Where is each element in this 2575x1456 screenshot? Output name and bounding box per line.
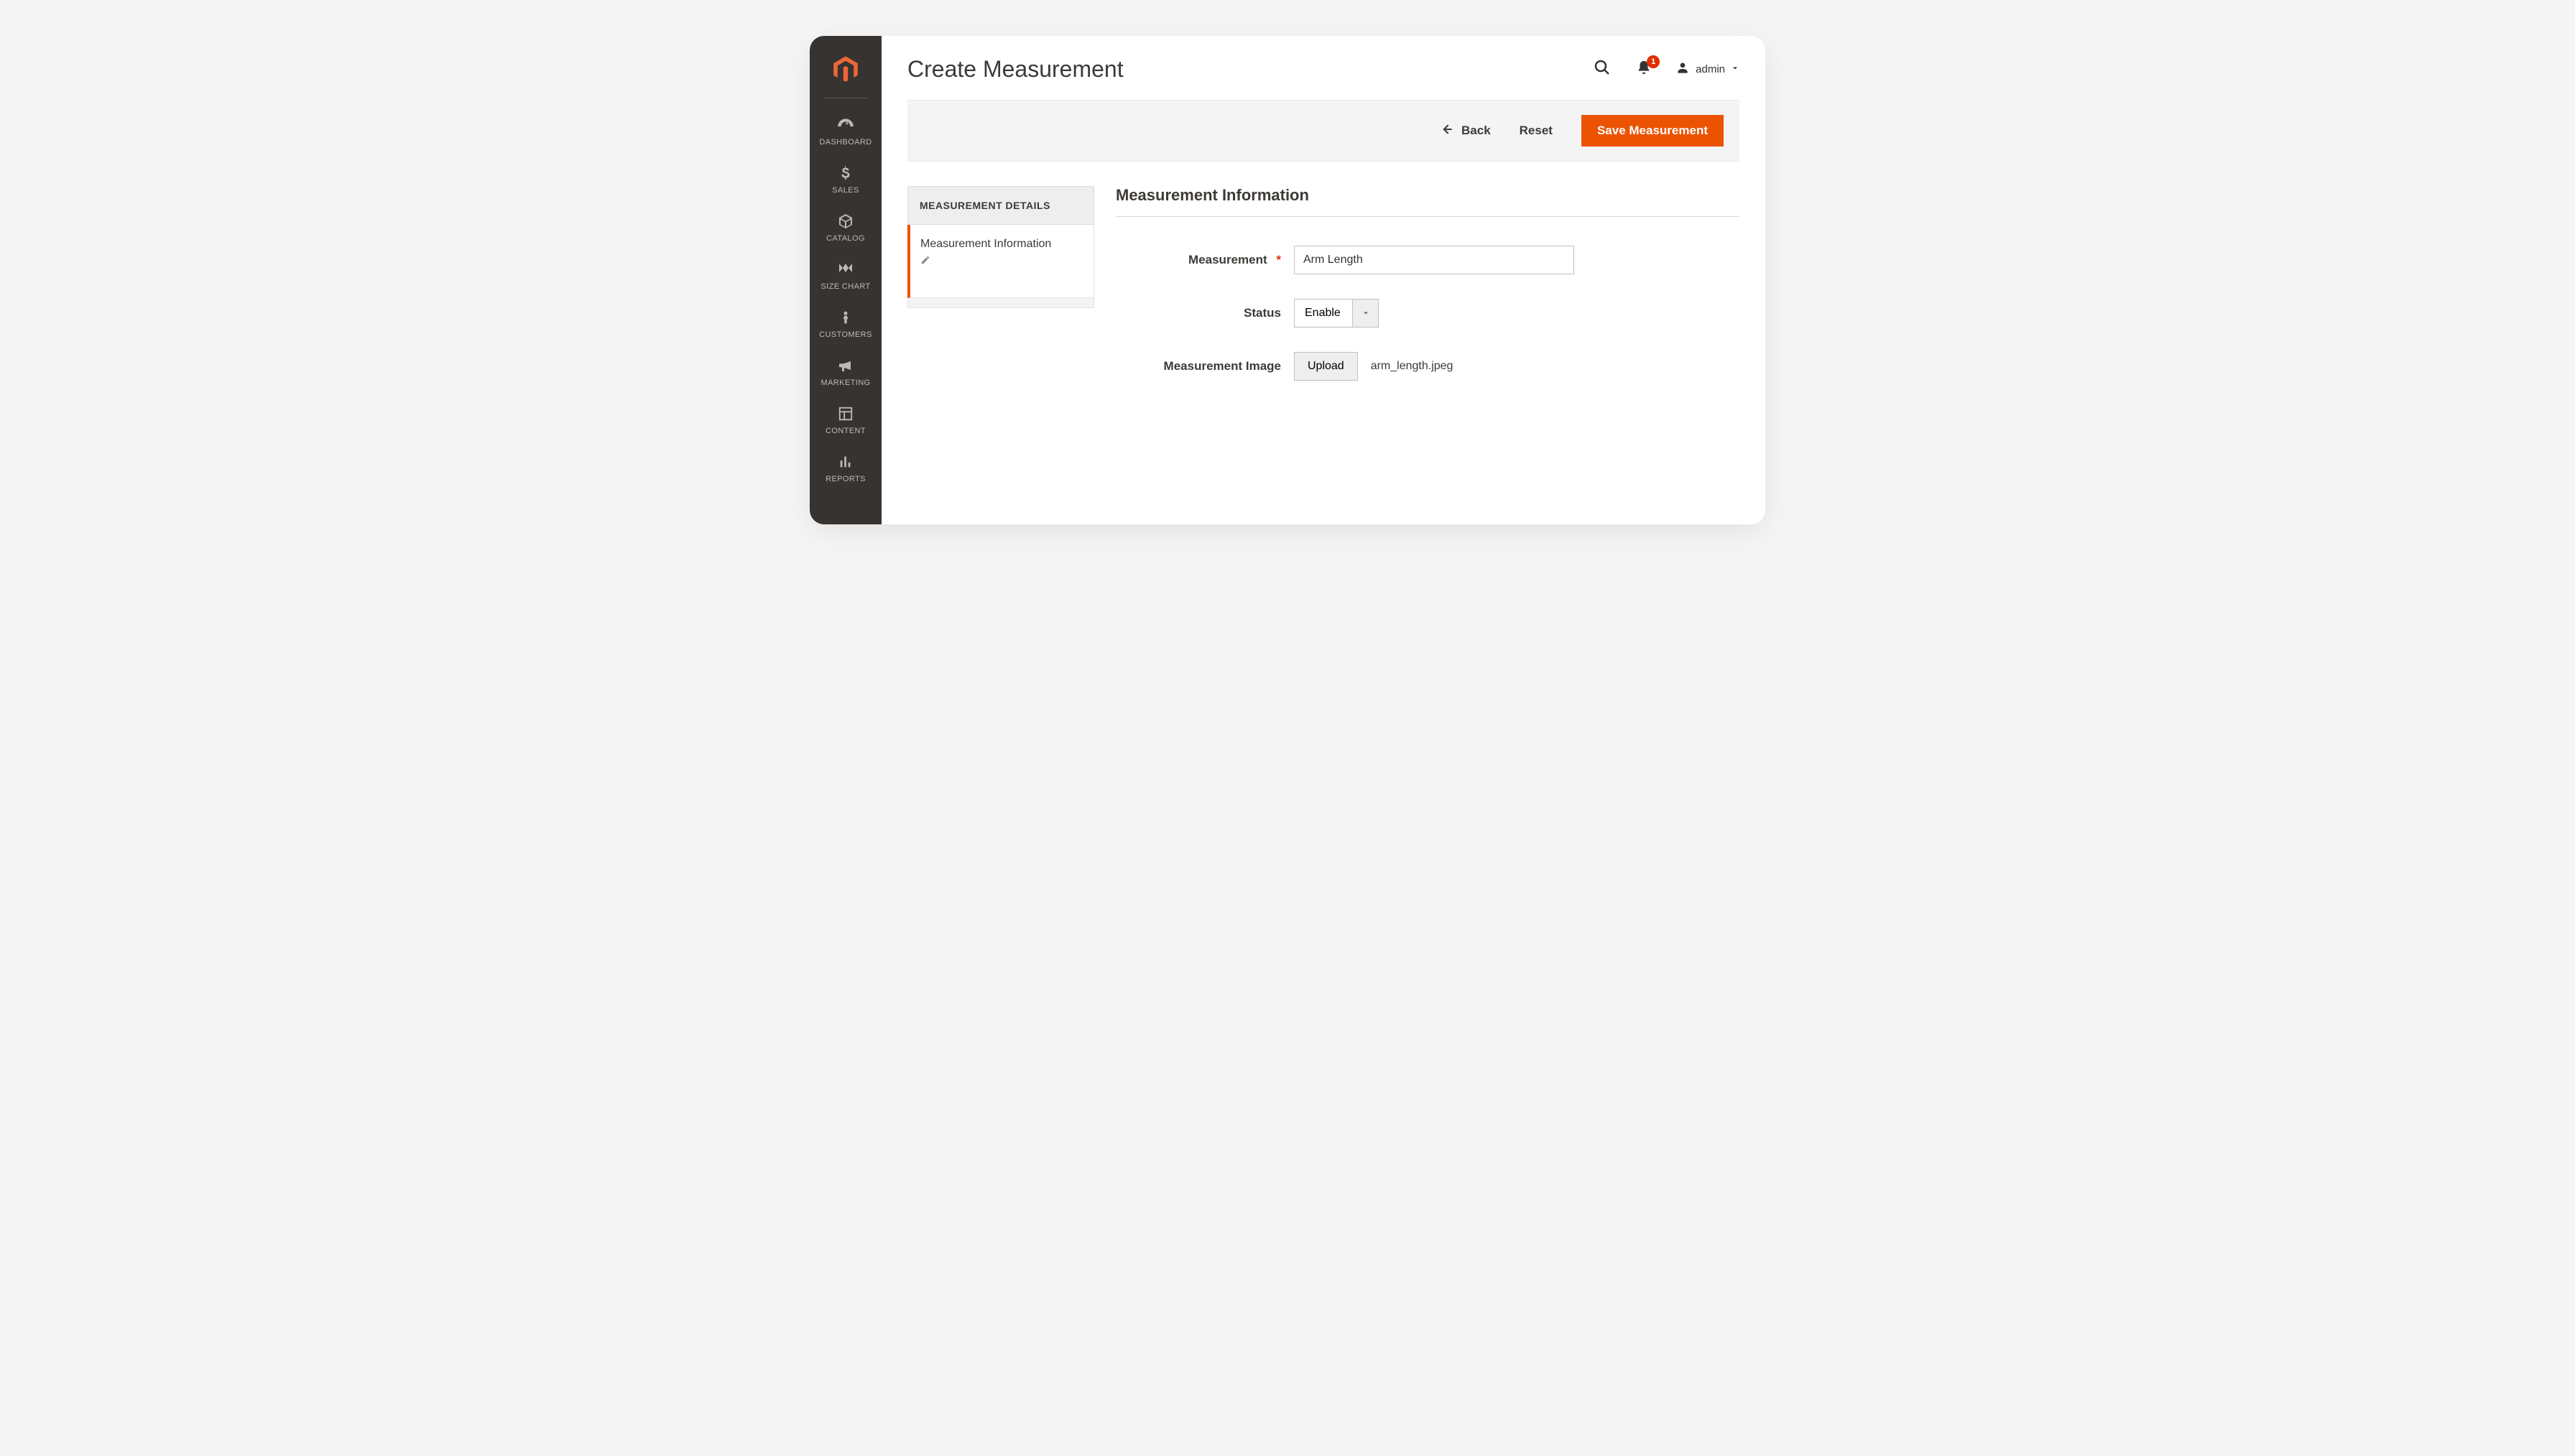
main: Create Measurement 1 ad [882,36,1765,524]
reset-button[interactable]: Reset [1520,124,1553,138]
back-button[interactable]: Back [1440,122,1491,140]
arrow-left-icon [1440,122,1454,140]
required-asterisk: * [1276,253,1281,266]
user-icon [1675,61,1690,78]
form-column: Measurement Information Measurement * St… [1116,186,1739,405]
section-title: Measurement Information [1116,186,1739,217]
megaphone-icon [835,355,856,376]
measurement-input[interactable] [1294,246,1574,274]
page-title: Create Measurement [907,56,1124,83]
save-measurement-button[interactable]: Save Measurement [1581,115,1724,147]
notifications-button[interactable]: 1 [1634,60,1654,80]
sidebar: DASHBOARD SALES CATALOG SIZE CHART CUSTO [810,36,882,524]
user-label: admin [1696,63,1725,75]
label-measurement: Measurement * [1116,253,1281,267]
sidebar-label: SIZE CHART [820,282,870,291]
person-icon [835,307,856,328]
label-measurement-image: Measurement Image [1116,359,1281,374]
sidebar-label: CATALOG [826,234,865,243]
pencil-icon [920,255,1083,269]
row-measurement: Measurement * [1116,246,1739,274]
sidebar-item-sales[interactable]: SALES [810,155,882,203]
upload-button[interactable]: Upload [1294,352,1358,381]
reset-label: Reset [1520,124,1553,138]
sidebar-label: MARKETING [821,379,871,387]
sidebar-label: SALES [832,186,859,195]
search-button[interactable] [1592,60,1612,80]
sidebar-label: CUSTOMERS [819,330,872,339]
label-status: Status [1116,306,1281,320]
header: Create Measurement 1 ad [907,56,1739,83]
sidebar-item-size-chart[interactable]: SIZE CHART [810,251,882,300]
status-select-value: Enable [1295,300,1352,327]
sidebar-label: REPORTS [826,475,866,483]
tab-item-label: Measurement Information [920,238,1051,250]
notification-badge: 1 [1647,55,1660,68]
action-bar: Back Reset Save Measurement [907,100,1739,162]
sidebar-label: CONTENT [826,427,866,435]
sidebar-label: DASHBOARD [819,138,872,147]
tab-group-header: MEASUREMENT DETAILS [907,186,1094,225]
back-label: Back [1461,124,1491,138]
sidebar-item-content[interactable]: CONTENT [810,396,882,444]
sidebar-item-reports[interactable]: REPORTS [810,444,882,492]
label-measurement-text: Measurement [1188,253,1267,266]
layout-icon [835,403,856,425]
status-select[interactable]: Enable [1294,299,1379,328]
bar-chart-icon [835,451,856,473]
row-measurement-image: Measurement Image Upload arm_length.jpeg [1116,352,1739,381]
tab-measurement-information[interactable]: Measurement Information [907,225,1094,298]
gauge-icon [835,114,856,136]
app-frame: DASHBOARD SALES CATALOG SIZE CHART CUSTO [810,36,1765,524]
search-icon [1594,59,1611,80]
box-icon [835,210,856,232]
tab-footer [907,298,1094,308]
sidebar-item-customers[interactable]: CUSTOMERS [810,300,882,348]
sidebar-item-dashboard[interactable]: DASHBOARD [810,107,882,155]
sidebar-item-catalog[interactable]: CATALOG [810,203,882,251]
dollar-icon [835,162,856,184]
header-actions: 1 admin [1592,60,1739,80]
row-status: Status Enable [1116,299,1739,328]
user-menu[interactable]: admin [1675,61,1739,78]
magento-logo-icon [826,49,866,89]
size-chart-icon [835,259,856,280]
sidebar-item-marketing[interactable]: MARKETING [810,348,882,396]
caret-down-icon [1731,63,1739,75]
caret-down-icon [1352,300,1378,327]
content-row: MEASUREMENT DETAILS Measurement Informat… [907,186,1739,405]
uploaded-filename: arm_length.jpeg [1371,360,1453,373]
tab-column: MEASUREMENT DETAILS Measurement Informat… [907,186,1094,405]
